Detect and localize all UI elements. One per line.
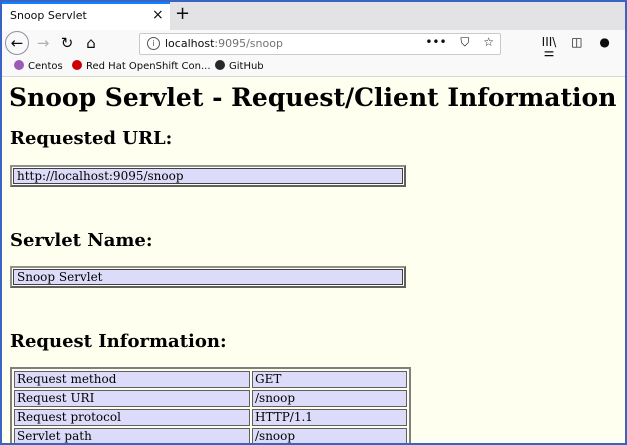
table-value: HTTP/1.1: [252, 409, 407, 426]
url-bar[interactable]: i localhost:9095/snoop ••• ⛉ ☆: [139, 33, 501, 55]
requested-url-value: http://localhost:9095/snoop: [13, 168, 403, 184]
bookmarks-toolbar: Centos Red Hat OpenShift Con... GitHub: [2, 57, 625, 77]
table-row: Request method GET: [14, 371, 407, 388]
openshift-icon: [72, 60, 82, 70]
tab-strip: Snoop Servlet × +: [2, 2, 625, 30]
bookmark-github[interactable]: GitHub: [215, 60, 264, 72]
info-icon[interactable]: i: [147, 37, 160, 50]
centos-icon: [14, 60, 24, 70]
request-information-table: Request method GET Request URI/snoop Requ…: [10, 367, 411, 443]
sidebar-icon[interactable]: ◫: [565, 35, 589, 49]
url-host: localhost: [165, 37, 215, 50]
github-icon: [215, 60, 225, 70]
tab-title: Snoop Servlet: [10, 9, 87, 22]
library-icon[interactable]: III\: [537, 35, 561, 49]
table-key: Servlet path: [14, 428, 250, 443]
forward-icon[interactable]: →: [32, 30, 54, 56]
page-title: Snoop Servlet - Request/Client Informati…: [9, 83, 617, 112]
table-key: Request method: [14, 371, 250, 388]
bookmark-openshift[interactable]: Red Hat OpenShift Con...: [72, 60, 211, 72]
table-value: GET: [252, 371, 407, 388]
browser-window: Snoop Servlet × + ← → ↻ ⌂ i localhost:90…: [2, 2, 625, 443]
pocket-icon[interactable]: ⛉: [460, 35, 469, 49]
url-port-path: :9095/snoop: [214, 37, 283, 50]
request-information-heading: Request Information:: [10, 331, 227, 352]
page-actions-icon[interactable]: •••: [425, 35, 446, 49]
table-key: Request URI: [14, 390, 250, 407]
requested-url-heading: Requested URL:: [10, 128, 173, 149]
tab-snoop-servlet[interactable]: Snoop Servlet ×: [2, 2, 170, 30]
table-key: Request protocol: [14, 409, 250, 426]
bookmark-label: GitHub: [229, 61, 264, 72]
table-value: /snoop: [252, 428, 407, 443]
bookmark-label: Red Hat OpenShift Con...: [86, 61, 211, 72]
close-icon[interactable]: ×: [152, 7, 164, 23]
account-icon[interactable]: ●: [593, 35, 617, 49]
bookmark-star-icon[interactable]: ☆: [483, 35, 494, 49]
servlet-name-value: Snoop Servlet: [13, 269, 403, 285]
back-icon[interactable]: ←: [5, 31, 29, 55]
reload-icon[interactable]: ↻: [56, 30, 78, 56]
table-row: Servlet path/snoop: [14, 428, 407, 443]
bookmark-centos[interactable]: Centos: [14, 60, 63, 72]
table-value: /snoop: [252, 390, 407, 407]
url-text[interactable]: localhost:9095/snoop: [165, 37, 283, 50]
requested-url-box: http://localhost:9095/snoop: [10, 165, 406, 187]
servlet-name-box: Snoop Servlet: [10, 266, 406, 288]
home-icon[interactable]: ⌂: [80, 30, 102, 56]
new-tab-icon[interactable]: +: [175, 3, 190, 24]
bookmark-label: Centos: [28, 61, 63, 72]
page-content: Snoop Servlet - Request/Client Informati…: [2, 77, 625, 443]
servlet-name-heading: Servlet Name:: [10, 230, 153, 251]
table-row: Request protocol HTTP/1.1: [14, 409, 407, 426]
navigation-bar: ← → ↻ ⌂ i localhost:9095/snoop ••• ⛉ ☆ I…: [2, 30, 625, 63]
table-row: Request URI/snoop: [14, 390, 407, 407]
